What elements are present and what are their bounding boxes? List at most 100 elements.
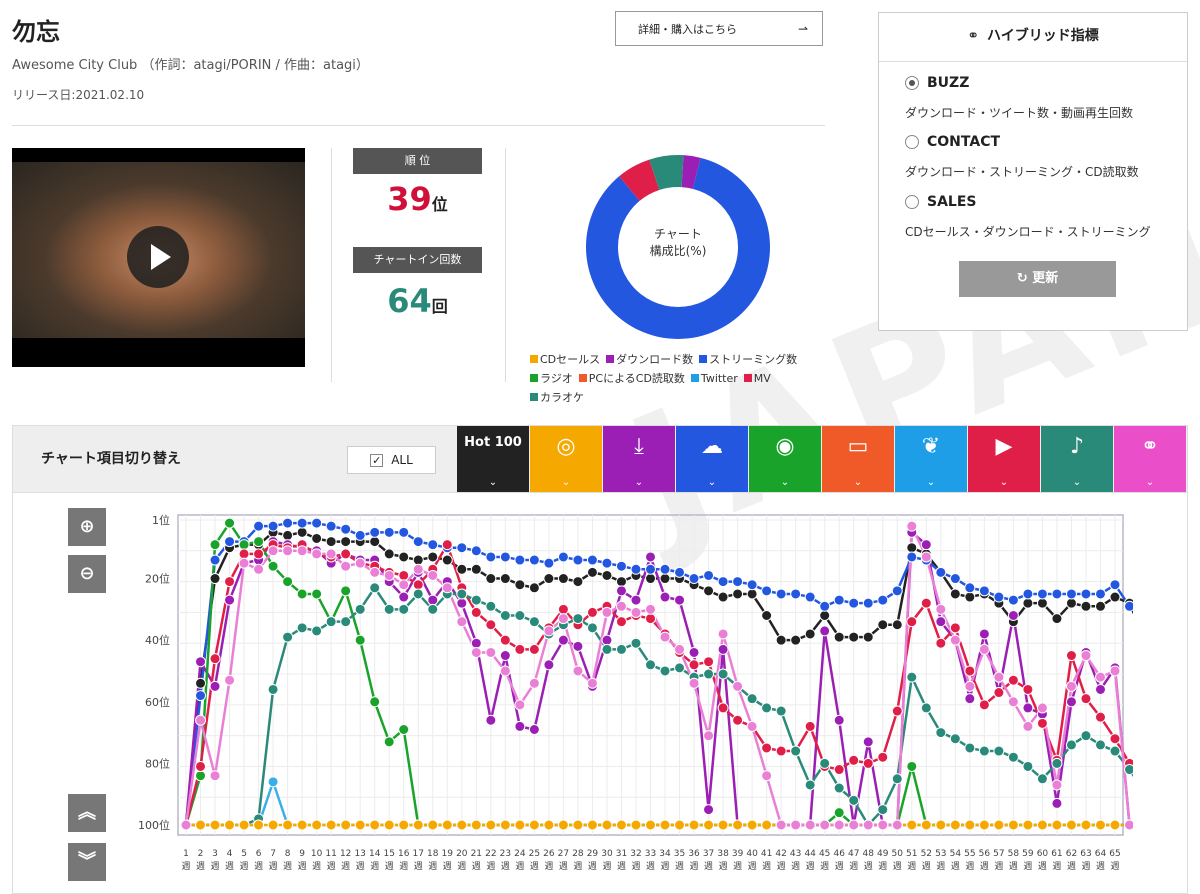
data-point[interactable] — [224, 536, 236, 548]
data-point[interactable] — [891, 585, 903, 597]
data-point[interactable] — [935, 603, 947, 615]
data-point[interactable] — [978, 585, 990, 597]
data-point[interactable] — [485, 646, 497, 658]
data-point[interactable] — [398, 526, 410, 538]
data-point[interactable] — [398, 591, 410, 603]
data-point[interactable] — [906, 616, 918, 628]
data-point[interactable] — [586, 622, 598, 634]
data-point[interactable] — [703, 569, 715, 581]
data-point[interactable] — [557, 603, 569, 615]
data-point[interactable] — [615, 585, 627, 597]
data-point[interactable] — [1007, 819, 1019, 831]
data-point[interactable] — [630, 637, 642, 649]
data-point[interactable] — [630, 819, 642, 831]
tab-radio[interactable]: ◉ ⌄ — [749, 426, 821, 492]
data-point[interactable] — [325, 520, 337, 532]
data-point[interactable] — [238, 557, 250, 569]
data-point[interactable] — [761, 585, 773, 597]
data-point[interactable] — [340, 819, 352, 831]
data-point[interactable] — [659, 573, 671, 585]
data-point[interactable] — [601, 634, 613, 646]
data-point[interactable] — [209, 539, 221, 551]
data-point[interactable] — [1065, 696, 1077, 708]
data-point[interactable] — [848, 754, 860, 766]
data-point[interactable] — [775, 588, 787, 600]
data-point[interactable] — [586, 566, 598, 578]
data-point[interactable] — [499, 610, 511, 622]
data-point[interactable] — [688, 659, 700, 671]
data-point[interactable] — [993, 819, 1005, 831]
data-point[interactable] — [485, 714, 497, 726]
data-point[interactable] — [906, 551, 918, 563]
data-point[interactable] — [601, 606, 613, 618]
data-point[interactable] — [949, 819, 961, 831]
data-point[interactable] — [819, 625, 831, 637]
data-point[interactable] — [1109, 733, 1121, 745]
data-point[interactable] — [906, 760, 918, 772]
data-point[interactable] — [732, 576, 744, 588]
refresh-button[interactable]: ↻ 更新 — [959, 261, 1116, 297]
data-point[interactable] — [891, 819, 903, 831]
data-point[interactable] — [499, 551, 511, 563]
data-point[interactable] — [1094, 671, 1106, 683]
data-point[interactable] — [717, 576, 729, 588]
data-point[interactable] — [224, 674, 236, 686]
data-point[interactable] — [703, 819, 715, 831]
data-point[interactable] — [877, 751, 889, 763]
data-point[interactable] — [1065, 739, 1077, 751]
data-point[interactable] — [354, 529, 366, 541]
data-point[interactable] — [369, 582, 381, 594]
data-point[interactable] — [615, 643, 627, 655]
data-point[interactable] — [877, 619, 889, 631]
data-point[interactable] — [1051, 757, 1063, 769]
data-point[interactable] — [572, 576, 584, 588]
data-point[interactable] — [311, 819, 323, 831]
data-point[interactable] — [949, 733, 961, 745]
data-point[interactable] — [1036, 717, 1048, 729]
tab-karaoke[interactable]: ♪ ⌄ — [1041, 426, 1113, 492]
data-point[interactable] — [862, 736, 874, 748]
data-point[interactable] — [412, 588, 424, 600]
data-point[interactable] — [1007, 594, 1019, 606]
tab-hybrid[interactable]: ⚭ ⌄ — [1114, 426, 1186, 492]
data-point[interactable] — [732, 714, 744, 726]
data-point[interactable] — [412, 819, 424, 831]
data-point[interactable] — [499, 665, 511, 677]
data-point[interactable] — [253, 819, 265, 831]
data-point[interactable] — [659, 563, 671, 575]
data-point[interactable] — [340, 548, 352, 560]
data-point[interactable] — [906, 671, 918, 683]
data-point[interactable] — [1022, 720, 1034, 732]
data-point[interactable] — [1007, 674, 1019, 686]
data-point[interactable] — [833, 631, 845, 643]
data-point[interactable] — [877, 804, 889, 816]
zoom-out-button[interactable]: ⊖ — [68, 555, 106, 593]
data-point[interactable] — [485, 619, 497, 631]
tab-pc-cd[interactable]: ▭ ⌄ — [822, 426, 894, 492]
data-point[interactable] — [456, 597, 468, 609]
data-point[interactable] — [688, 819, 700, 831]
data-point[interactable] — [456, 563, 468, 575]
data-point[interactable] — [920, 551, 932, 563]
data-point[interactable] — [528, 616, 540, 628]
data-point[interactable] — [311, 625, 323, 637]
data-point[interactable] — [282, 517, 294, 529]
data-point[interactable] — [978, 819, 990, 831]
data-point[interactable] — [354, 634, 366, 646]
data-point[interactable] — [1080, 693, 1092, 705]
data-point[interactable] — [195, 690, 207, 702]
data-point[interactable] — [775, 745, 787, 757]
tab-streaming[interactable]: ☁ ⌄ — [676, 426, 748, 492]
data-point[interactable] — [790, 819, 802, 831]
data-point[interactable] — [1080, 600, 1092, 612]
data-point[interactable] — [833, 714, 845, 726]
data-point[interactable] — [470, 545, 482, 557]
data-point[interactable] — [209, 554, 221, 566]
data-point[interactable] — [456, 588, 468, 600]
data-point[interactable] — [369, 566, 381, 578]
data-point[interactable] — [732, 588, 744, 600]
data-point[interactable] — [180, 819, 192, 831]
data-point[interactable] — [615, 819, 627, 831]
data-point[interactable] — [1022, 683, 1034, 695]
data-point[interactable] — [398, 551, 410, 563]
